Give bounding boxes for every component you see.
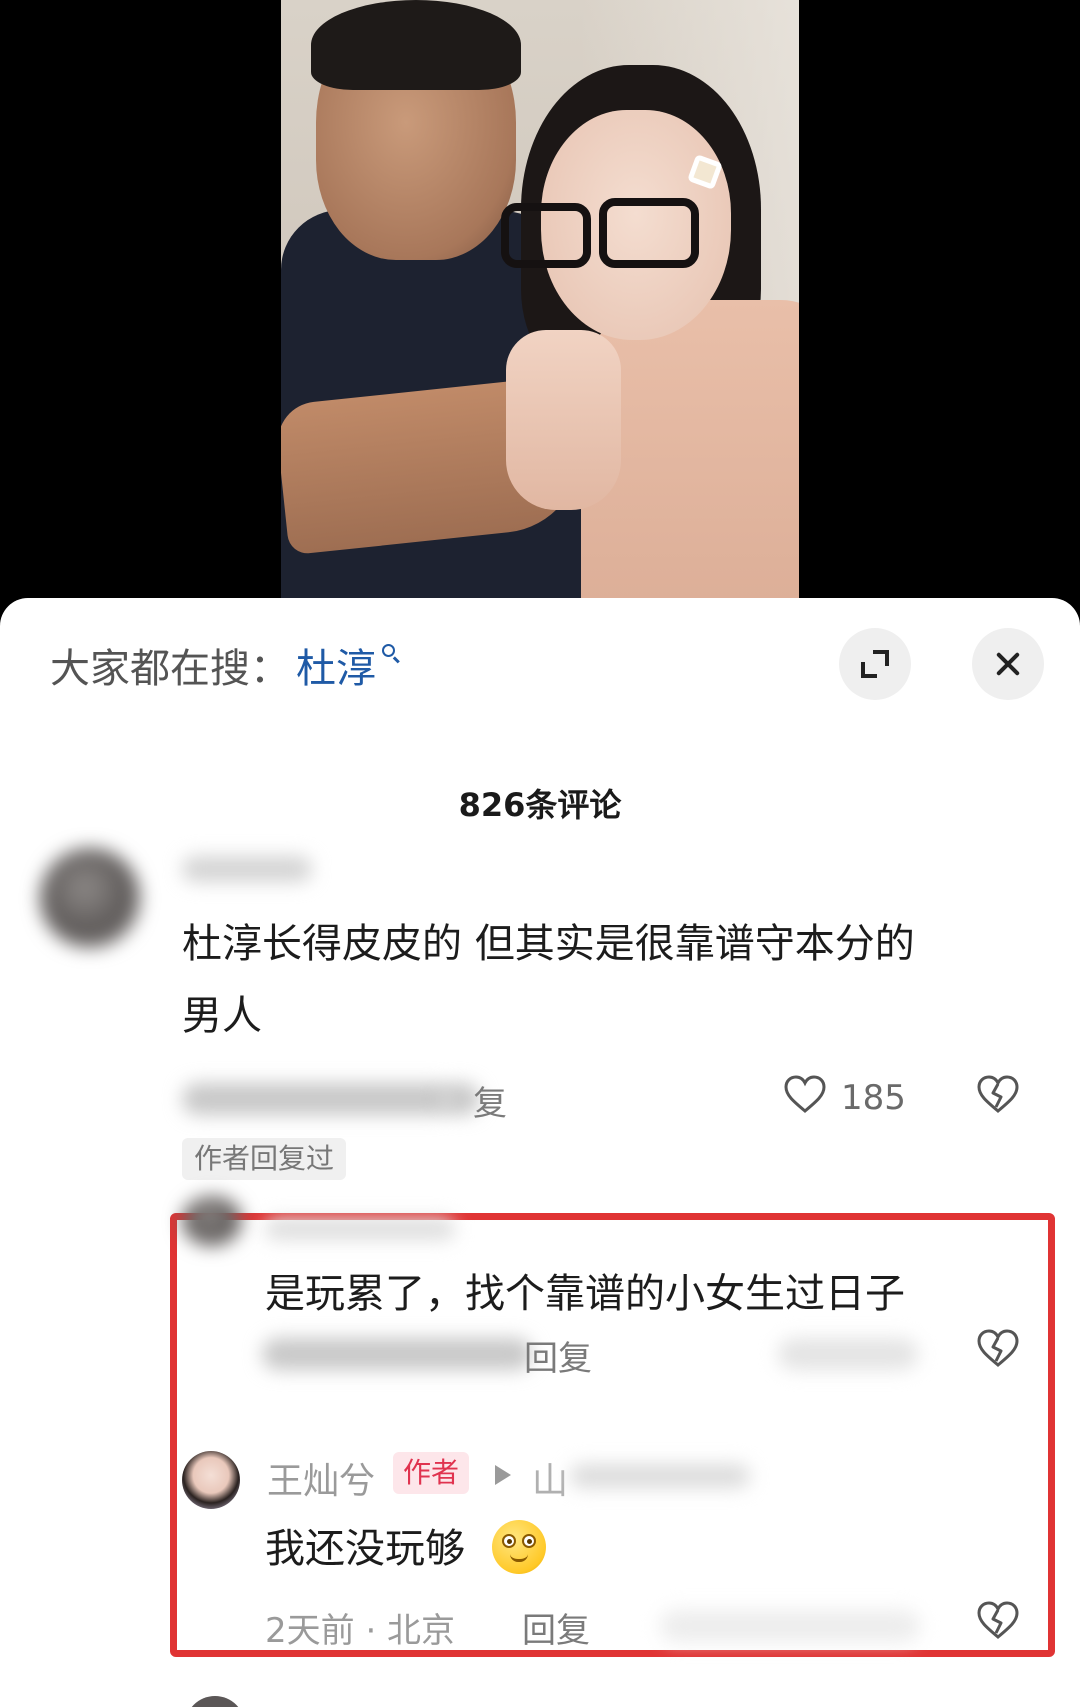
- comment-time-location: 2天前 · 北京: [265, 1611, 456, 1651]
- search-icon: [380, 642, 400, 668]
- reply-button[interactable]: 复: [473, 1076, 507, 1125]
- trending-search-term[interactable]: 杜淳: [296, 636, 376, 694]
- broken-heart-icon[interactable]: [976, 1600, 1020, 1640]
- username-blurred: [182, 856, 312, 882]
- reply-avatar[interactable]: [182, 1196, 242, 1246]
- author-name[interactable]: 王灿兮: [267, 1452, 375, 1504]
- comment-meta-blurred: [182, 1083, 452, 1115]
- reply-username-blurred: [265, 1218, 455, 1240]
- author-avatar[interactable]: [182, 1451, 240, 1509]
- reply-to-arrow-icon: [495, 1465, 511, 1485]
- like-count: 185: [841, 1078, 906, 1118]
- video-area[interactable]: [0, 0, 1080, 600]
- close-icon: [972, 628, 1044, 700]
- close-button[interactable]: [972, 628, 1044, 700]
- comment-text-line2: 男人: [182, 993, 262, 1039]
- comments-sheet: 大家都在搜： 杜淳 826条评论 杜淳长得皮皮的 但其实是很靠谱守本分的 男人 …: [0, 598, 1080, 1707]
- heart-icon[interactable]: [783, 1074, 827, 1114]
- comment-text: 杜淳长得皮皮的 但其实是很靠谱守本分的: [182, 921, 915, 967]
- avatar[interactable]: [40, 848, 140, 948]
- glasses-left-lens: [501, 203, 591, 268]
- reply-target-blurred: [570, 1464, 750, 1488]
- expand-button[interactable]: [839, 628, 911, 700]
- reply-text: 是玩累了，找个靠谱的小女生过日子: [265, 1271, 905, 1317]
- peace-sign-hand: [506, 330, 621, 510]
- man-hair: [311, 0, 521, 90]
- reply-button[interactable]: 回复: [524, 1331, 592, 1380]
- reply-extra-blurred: [778, 1338, 918, 1370]
- comment-count-title: 826条评论: [458, 786, 622, 824]
- reply-button[interactable]: 回复: [522, 1603, 590, 1652]
- reply-meta-blurred: [262, 1338, 532, 1370]
- trending-search-prefix: 大家都在搜：: [50, 646, 290, 692]
- reply-target-name[interactable]: 山: [532, 1452, 568, 1504]
- broken-heart-icon[interactable]: [976, 1074, 1020, 1114]
- author-replied-tag: 作者回复过: [182, 1138, 347, 1180]
- meta-blurred: [660, 1610, 920, 1642]
- author-badge: 作者: [393, 1452, 470, 1494]
- glasses-right-lens: [599, 198, 699, 268]
- broken-heart-icon[interactable]: [976, 1328, 1020, 1368]
- author-reply-text: 我还没玩够: [265, 1526, 465, 1572]
- video-frame-photo: [281, 0, 799, 600]
- smiling-face-emoji: [492, 1520, 546, 1574]
- trending-search-row[interactable]: 大家都在搜： 杜淳: [50, 636, 400, 694]
- next-comment-avatar[interactable]: [185, 1696, 245, 1707]
